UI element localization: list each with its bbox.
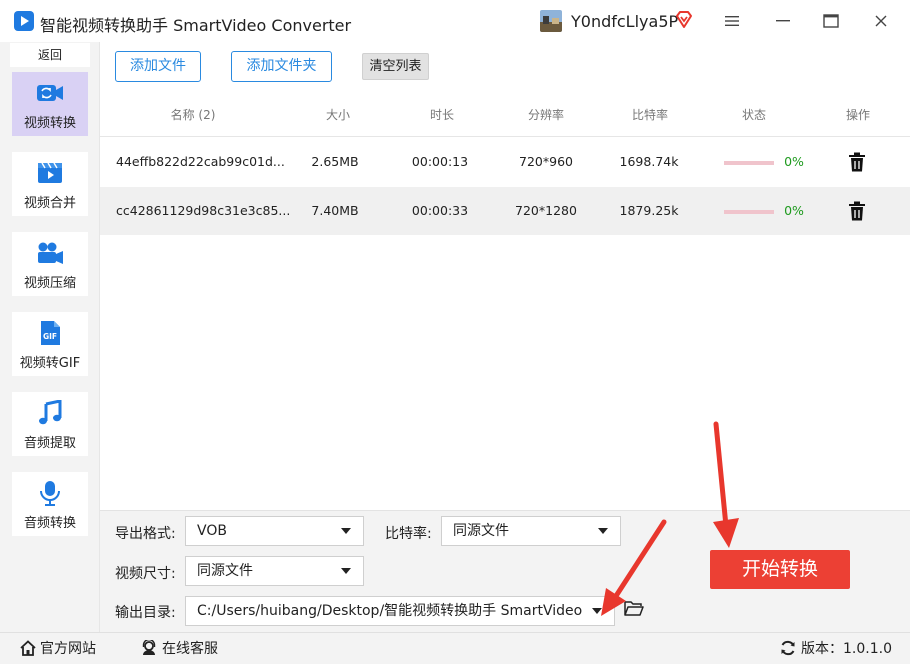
chevron-down-icon [341, 528, 351, 534]
sidebar-item-video-merge[interactable]: 视频合并 [12, 152, 88, 216]
output-dir-value: C:/Users/huibang/Desktop/智能视频转换助手 SmartV… [197, 603, 583, 619]
file-duration: 00:00:33 [411, 203, 469, 218]
hamburger-menu-icon [725, 16, 739, 26]
app-title: 智能视频转换助手 SmartVideo Converter [40, 16, 352, 35]
sidebar-item-label: 视频合并 [23, 196, 76, 211]
back-button[interactable]: 返回 [10, 43, 90, 67]
vip-diamond-icon[interactable] [674, 10, 694, 30]
file-resolution: 720*1280 [515, 203, 577, 218]
close-icon [875, 15, 887, 27]
bitrate-select[interactable]: 同源文件 [441, 516, 621, 546]
format-label: 导出格式: [115, 526, 176, 542]
file-duration: 00:00:13 [411, 154, 469, 169]
file-name: 44effb822d22cab99c01d... [116, 154, 285, 169]
progress-bar [724, 210, 774, 214]
sidebar-item-label: 视频压缩 [23, 276, 76, 291]
start-convert-button[interactable]: 开始转换 [710, 550, 850, 589]
footer: 官方网站 在线客服 版本：1.0.1.0 [0, 632, 910, 664]
svg-text:GIF: GIF [43, 332, 57, 341]
open-folder-icon[interactable] [624, 600, 644, 617]
microphone-icon [40, 481, 60, 506]
version-text[interactable]: 版本：1.0.1.0 [801, 633, 892, 664]
table-row[interactable]: 44effb822d22cab99c01d... 2.65MB 00:00:13… [100, 138, 910, 186]
refresh-icon [781, 640, 795, 656]
table-header: 名称 (2) 大小 时长 分辨率 比特率 状态 操作 [100, 93, 910, 137]
user-avatar[interactable] [540, 10, 562, 32]
column-header-status: 状态 [741, 108, 766, 122]
sidebar-item-audio-extract[interactable]: 音频提取 [12, 392, 88, 456]
gif-icon: GIF [41, 321, 60, 345]
file-name: cc42861129d98c31e3c85... [116, 203, 291, 218]
title-bar: 智能视频转换助手 SmartVideo Converter Y0ndfcLlya… [0, 0, 910, 42]
sidebar-item-label: 音频提取 [23, 436, 76, 451]
video-size-select-value: 同源文件 [197, 563, 253, 579]
sidebar-item-label: 视频转GIF [19, 356, 81, 371]
column-header-action: 操作 [845, 108, 870, 122]
clear-list-button[interactable]: 清空列表 [362, 53, 429, 80]
sidebar: 返回 视频转换 视频合并 视频压缩 GIF 视频转GIF 音频提取 音频转换 [0, 42, 100, 632]
customer-service-icon [142, 640, 156, 655]
file-resolution: 720*960 [519, 154, 573, 169]
progress-bar [724, 161, 774, 165]
file-size: 2.65MB [311, 154, 359, 169]
column-header-bitrate: 比特率 [631, 108, 668, 122]
output-dir-label: 输出目录: [115, 605, 176, 621]
official-website-link[interactable]: 官方网站 [40, 633, 96, 664]
music-note-icon [39, 400, 62, 425]
sidebar-item-label: 视频转换 [23, 116, 76, 131]
file-bitrate: 1879.25k [619, 203, 679, 218]
bitrate-label: 比特率: [385, 526, 432, 542]
column-header-size: 大小 [325, 108, 350, 122]
video-merge-icon [38, 162, 62, 183]
menu-button[interactable] [715, 8, 749, 34]
bitrate-select-value: 同源文件 [453, 523, 509, 539]
progress-percent: 0% [784, 203, 804, 218]
app-logo-icon [14, 11, 34, 31]
output-dir-select[interactable]: C:/Users/huibang/Desktop/智能视频转换助手 SmartV… [185, 596, 615, 626]
chevron-down-icon [592, 608, 602, 614]
table-row[interactable]: cc42861129d98c31e3c85... 7.40MB 00:00:33… [100, 187, 910, 235]
video-size-label: 视频尺寸: [115, 566, 176, 582]
chevron-down-icon [341, 568, 351, 574]
minimize-icon [776, 20, 790, 22]
progress-percent: 0% [784, 154, 804, 169]
sidebar-item-label: 音频转换 [23, 516, 76, 531]
format-select-value: VOB [197, 523, 227, 539]
minimize-button[interactable] [766, 8, 800, 34]
format-select[interactable]: VOB [185, 516, 364, 546]
close-button[interactable] [864, 8, 898, 34]
column-header-name[interactable]: 名称 (2) [150, 93, 236, 137]
trash-icon[interactable] [848, 152, 866, 172]
home-icon [20, 640, 36, 656]
maximize-icon [823, 14, 839, 28]
video-convert-icon [37, 85, 63, 101]
online-support-link[interactable]: 在线客服 [162, 633, 218, 664]
sidebar-item-video-compress[interactable]: 视频压缩 [12, 232, 88, 296]
maximize-button[interactable] [814, 8, 848, 34]
sidebar-item-audio-convert[interactable]: 音频转换 [12, 472, 88, 536]
chevron-down-icon [598, 528, 608, 534]
column-header-duration: 时长 [429, 108, 454, 122]
video-size-select[interactable]: 同源文件 [185, 556, 364, 586]
sidebar-item-video-convert[interactable]: 视频转换 [12, 72, 88, 136]
video-compress-icon [38, 242, 63, 264]
column-header-resolution: 分辨率 [527, 108, 564, 122]
add-folder-button[interactable]: 添加文件夹 [231, 51, 332, 82]
file-table: 名称 (2) 大小 时长 分辨率 比特率 状态 操作 44effb822d22c… [100, 93, 910, 510]
username[interactable]: Y0ndfcLlya5P [571, 12, 678, 31]
file-bitrate: 1698.74k [619, 154, 679, 169]
file-size: 7.40MB [311, 203, 359, 218]
trash-icon[interactable] [848, 201, 866, 221]
add-file-button[interactable]: 添加文件 [115, 51, 201, 82]
sidebar-item-video-to-gif[interactable]: GIF 视频转GIF [12, 312, 88, 376]
